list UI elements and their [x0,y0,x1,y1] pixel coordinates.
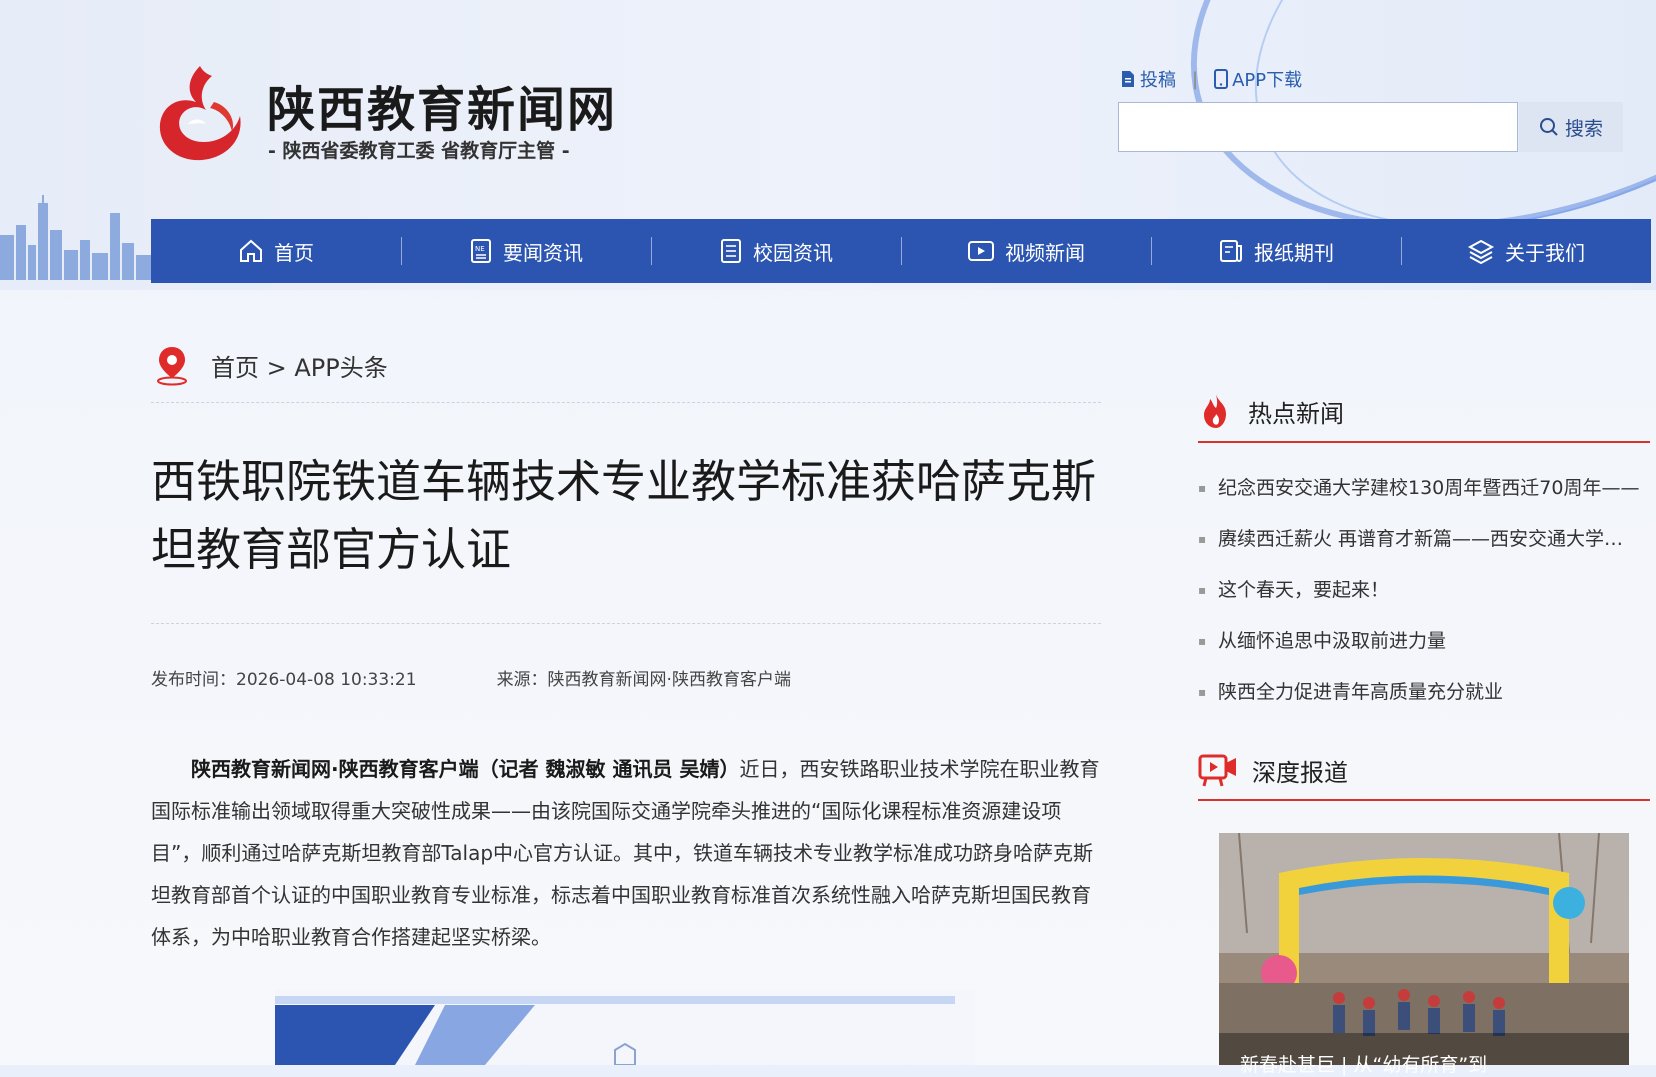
svg-text:NE: NE [475,245,485,253]
article-source: 来源：陕西教育新闻网·陕西教育客户端 [496,670,791,690]
list-item[interactable]: 纪念西安交通大学建校130周年暨西迁70周年—— [1198,470,1650,521]
document-icon [1122,71,1134,87]
nav-item-label: 关于我们 [1505,240,1585,265]
hot-news-title: 热点新闻 [1248,399,1344,428]
nav-item-campus[interactable]: 校园资讯 [651,219,901,283]
nav-item-news[interactable]: NE 要闻资讯 [401,219,651,283]
main-nav: 首页 NE 要闻资讯 校园资讯 视频新闻 报纸期刊 关于我们 [151,219,1651,283]
publish-time: 发布时间：2026-04-08 10:33:21 [151,670,417,690]
article-paragraph: 陕西教育新闻网·陕西教育客户端（记者 魏淑敏 通讯员 吴婧）近日，西安铁路职业技… [151,748,1101,958]
hot-news-header: 热点新闻 [1198,392,1648,430]
nav-item-video[interactable]: 视频新闻 [901,219,1151,283]
divider [151,402,1101,403]
list-icon [721,239,741,263]
list-item[interactable]: 这个春天，要起来！ [1198,572,1650,623]
link-divider: | [1192,68,1199,90]
hot-news-rule [1198,441,1650,443]
article-meta: 发布时间：2026-04-08 10:33:21 来源：陕西教育新闻网·陕西教育… [151,665,791,690]
deep-report-image[interactable] [1219,833,1629,1065]
deep-report-header: 深度报道 [1198,752,1648,788]
site-logo[interactable] [148,58,248,168]
nav-item-label: 要闻资讯 [503,240,583,265]
nav-item-label: 视频新闻 [1005,240,1085,265]
article-lead-bold: 陕西教育新闻网·陕西教育客户端（记者 魏淑敏 通讯员 吴婧） [191,757,740,781]
app-download-link[interactable]: APP下载 [1214,66,1302,92]
list-item[interactable]: 赓续西迁薪火 再谱育才新篇——西安交通大学… [1198,521,1650,572]
nav-item-label: 首页 [274,240,314,265]
top-links: 投稿 | APP下载 [1120,66,1302,92]
deep-report-caption[interactable]: 新春赴甚巨 | 从“幼有所育”到 [1240,1050,1487,1077]
nav-item-newspaper[interactable]: 报纸期刊 [1151,219,1401,283]
submit-link-label: 投稿 [1140,70,1176,91]
site-subtitle: - 陕西省委教育工委 省教育厅主管 - [268,140,570,162]
nav-item-about[interactable]: 关于我们 [1401,219,1651,283]
search-icon [1539,118,1558,136]
article-title: 西铁职院铁道车辆技术专业教学标准获哈萨克斯坦教育部官方认证 [151,455,1097,576]
layers-icon [1467,239,1495,264]
nav-item-label: 报纸期刊 [1254,240,1334,265]
video-icon [968,241,994,261]
newspaper-icon [1220,240,1242,262]
article-image [275,990,975,1065]
app-download-label: APP下载 [1232,70,1303,91]
site-title[interactable]: 陕西教育新闻网 [267,70,617,140]
search-button-label: 搜索 [1564,117,1603,140]
hot-news-list: 纪念西安交通大学建校130周年暨西迁70周年—— 赓续西迁薪火 再谱育才新篇——… [1198,470,1650,725]
divider [151,623,1101,624]
submit-link[interactable]: 投稿 [1120,66,1176,92]
phone-icon [1214,69,1229,89]
location-pin-icon [157,347,187,386]
breadcrumb: 首页 > APP头条 [151,344,388,386]
flame-icon [1204,394,1226,428]
video-camera-icon [1198,754,1236,787]
search-input[interactable] [1118,102,1518,152]
article-lead-text: 近日，西安铁路职业技术学院在职业教育国际标准输出领域取得重大突破性成果——由该院… [151,757,1100,949]
nav-item-home[interactable]: 首页 [151,219,401,283]
list-item[interactable]: 从缅怀追思中汲取前进力量 [1198,623,1650,674]
list-item[interactable]: 陕西全力促进青年高质量充分就业 [1198,674,1650,725]
breadcrumb-text[interactable]: 首页 > APP头条 [211,348,388,383]
news-icon: NE [471,239,491,263]
search-button[interactable]: 搜索 [1519,102,1623,152]
nav-item-label: 校园资讯 [753,240,833,265]
city-skyline-graphic [0,195,155,280]
deep-report-title: 深度报道 [1252,758,1348,787]
home-icon [240,239,262,262]
deep-report-rule [1198,799,1650,801]
